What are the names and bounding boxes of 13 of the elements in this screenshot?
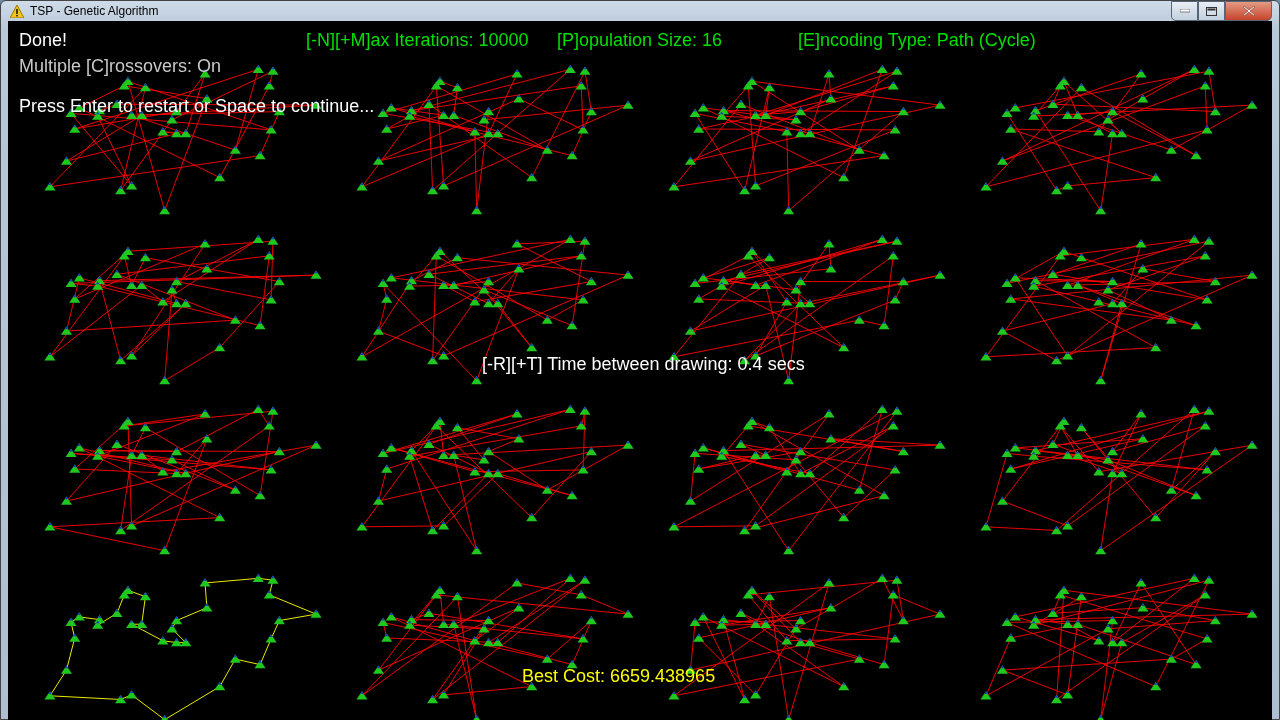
maximize-icon <box>1206 6 1217 16</box>
warning-icon <box>10 4 24 18</box>
minimize-icon <box>1179 9 1190 13</box>
status-message: Done! <box>19 31 68 49</box>
setting-label: [E]ncoding Type: Path (Cycle) <box>798 31 1036 49</box>
setting-label: [-N][+M]ax Iterations: 10000 <box>306 31 529 49</box>
maximize-button[interactable] <box>1198 1 1225 21</box>
setting-label: [P]opulation Size: 16 <box>557 31 723 49</box>
minimize-button[interactable] <box>1171 1 1198 21</box>
window-title: TSP - Genetic Algorithm <box>30 3 159 20</box>
timing-label: [-R][+T] Time between drawing: 0.4 secs <box>482 355 805 373</box>
close-icon <box>1242 6 1255 16</box>
crossover-setting: Multiple [C]rossovers: On <box>19 57 222 75</box>
